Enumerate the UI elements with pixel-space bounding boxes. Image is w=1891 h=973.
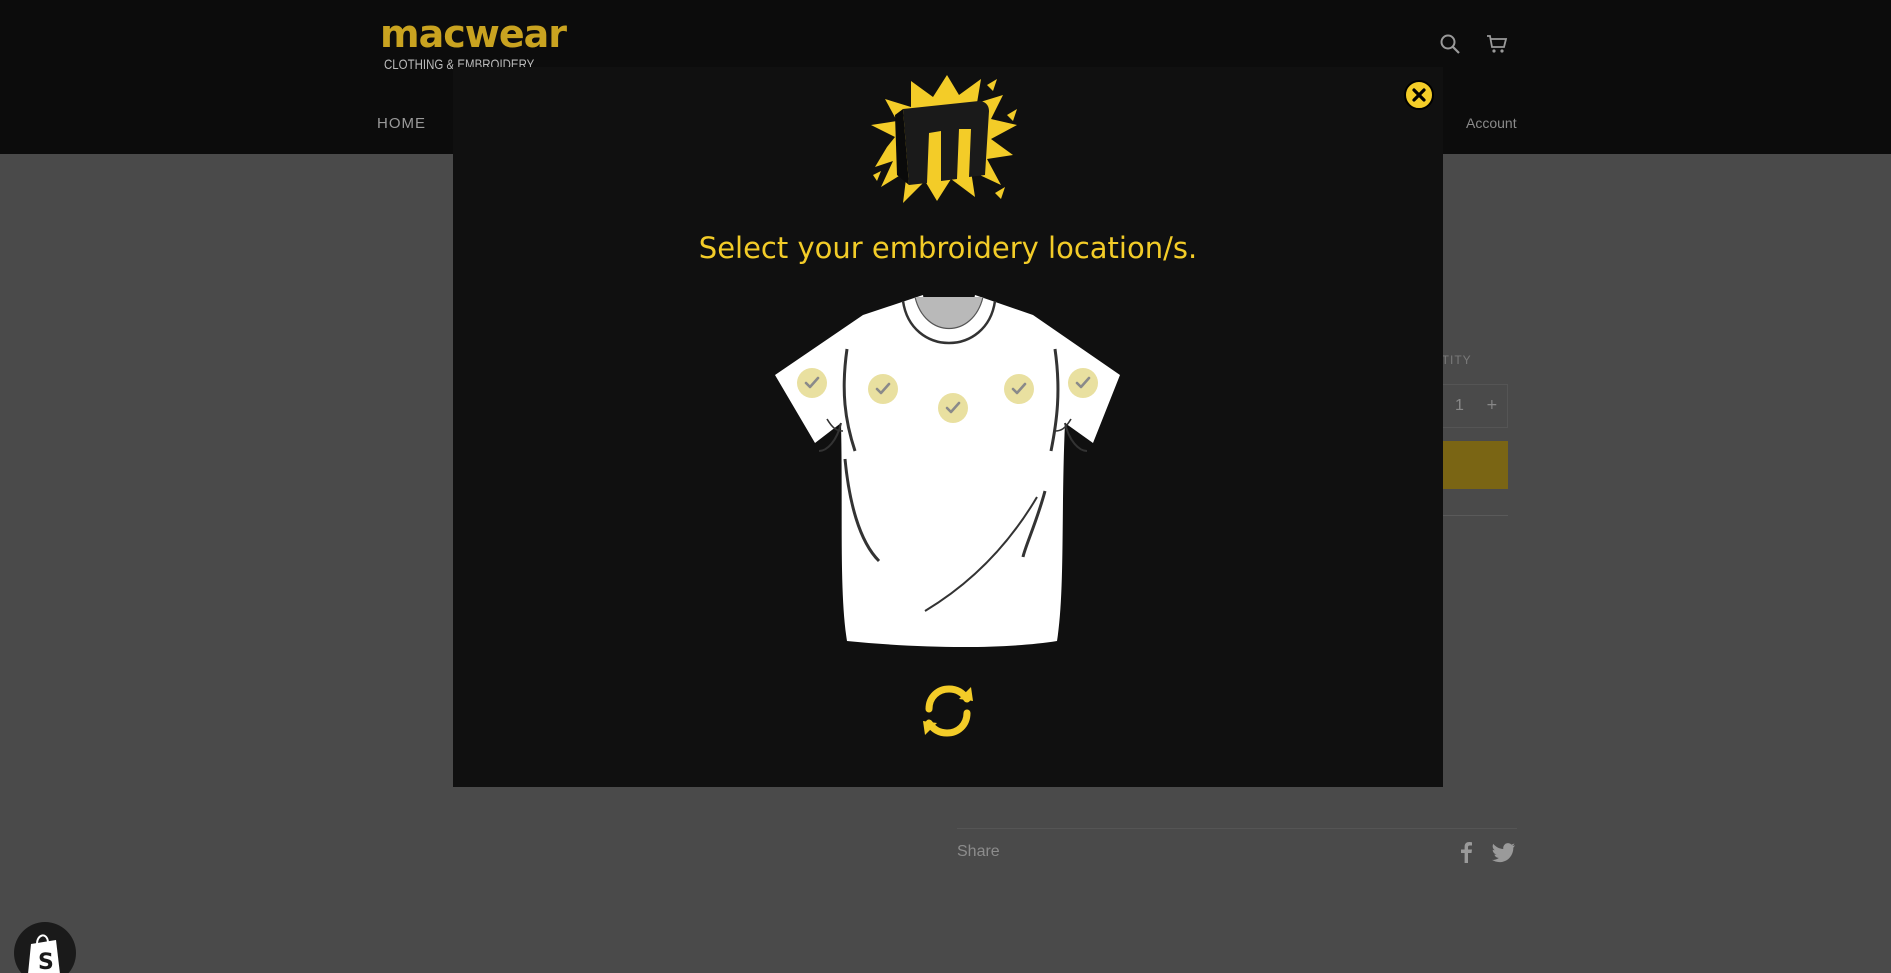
shopify-bag-icon: S xyxy=(28,934,60,973)
svg-text:S: S xyxy=(38,950,54,973)
check-icon xyxy=(945,401,961,414)
shopify-badge[interactable]: S xyxy=(14,922,76,973)
facebook-icon[interactable] xyxy=(1458,841,1474,863)
nav-home-link[interactable]: HOME xyxy=(377,115,426,132)
nav-account-link[interactable]: Account xyxy=(1466,115,1517,131)
twitter-icon[interactable] xyxy=(1492,843,1516,863)
refresh-icon xyxy=(923,685,973,737)
logo-wordmark: macwear xyxy=(380,12,567,56)
search-icon[interactable] xyxy=(1438,32,1462,56)
cart-icon[interactable] xyxy=(1485,32,1509,56)
location-right-chest[interactable] xyxy=(868,374,898,404)
macwear-m-logo xyxy=(871,75,1017,203)
location-left-sleeve[interactable] xyxy=(1068,368,1098,398)
check-icon xyxy=(804,376,820,389)
close-icon xyxy=(1412,88,1426,102)
check-icon xyxy=(1075,376,1091,389)
tshirt-diagram xyxy=(775,295,1120,647)
location-right-sleeve[interactable] xyxy=(797,368,827,398)
check-icon xyxy=(1011,382,1027,395)
reset-button[interactable] xyxy=(919,683,977,739)
modal-title: Select your embroidery location/s. xyxy=(698,231,1198,265)
quantity-value[interactable]: 1 xyxy=(1455,397,1464,415)
check-icon xyxy=(875,382,891,395)
quantity-plus-button[interactable]: + xyxy=(1486,397,1498,413)
location-left-chest[interactable] xyxy=(1004,374,1034,404)
location-center-chest[interactable] xyxy=(938,393,968,423)
embroidery-location-modal: Select your embroidery location/s. xyxy=(453,67,1443,787)
share-divider xyxy=(957,828,1517,829)
share-label: Share xyxy=(957,843,1000,860)
close-button[interactable] xyxy=(1404,80,1434,110)
